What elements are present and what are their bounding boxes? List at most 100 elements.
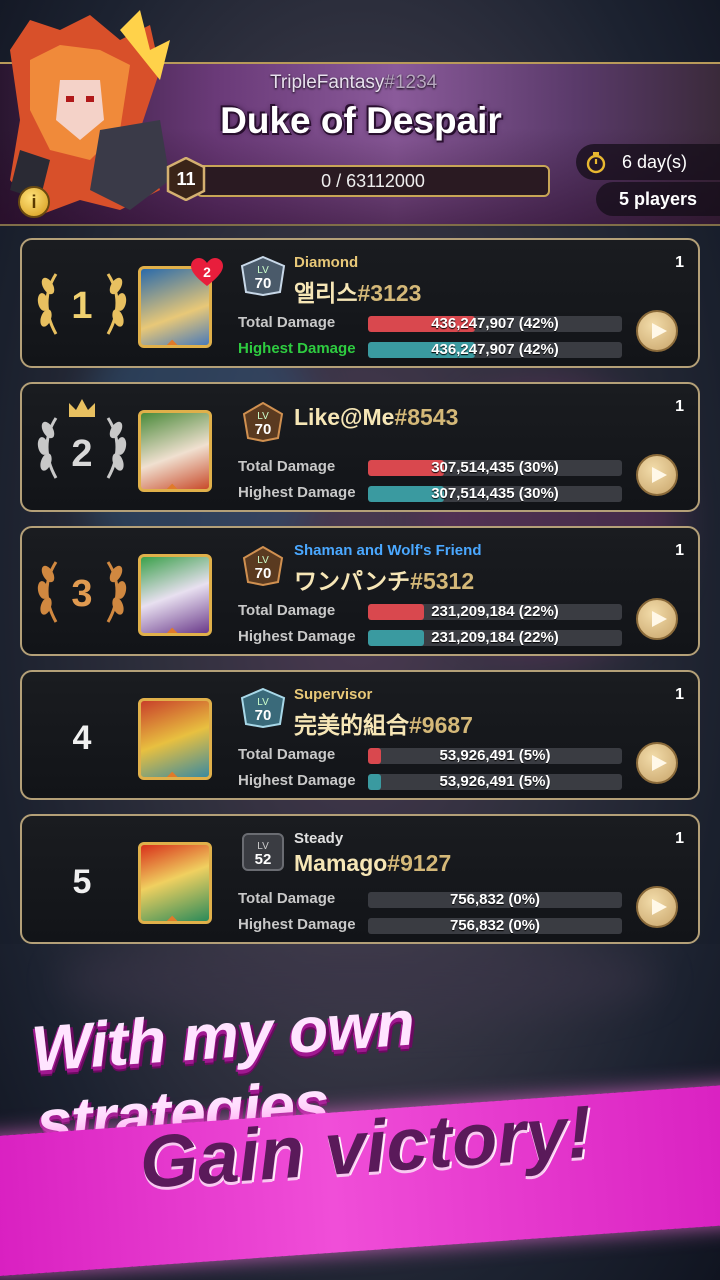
attack-count: 1 xyxy=(675,542,684,559)
level-prefix: LV xyxy=(257,410,269,422)
total-damage-value: 231,209,184 (22%) xyxy=(431,604,559,620)
rank-number: 4 xyxy=(72,718,92,757)
total-damage-label: Total Damage xyxy=(238,746,336,763)
info-icon[interactable]: i xyxy=(18,186,50,218)
highest-damage-label: Highest Damage xyxy=(238,484,356,501)
ranking-row-1[interactable]: 1 2 LV 70 Diamond 앨리스#3123 1 Total Damag… xyxy=(20,238,700,368)
highest-damage-bar: 231,209,184 (22%) xyxy=(368,630,622,646)
player-title: Steady xyxy=(294,830,344,847)
replay-button[interactable] xyxy=(636,598,678,640)
player-title: Supervisor xyxy=(294,686,373,703)
heart-count: 2 xyxy=(203,263,211,280)
total-damage-bar: 436,247,907 (42%) xyxy=(368,316,622,332)
highest-damage-bar: 756,832 (0%) xyxy=(368,918,622,934)
level-badge: LV 52 xyxy=(240,832,286,872)
play-icon xyxy=(651,323,667,339)
player-avatar[interactable] xyxy=(138,554,212,636)
player-tag: #9127 xyxy=(387,850,452,876)
level-number: 70 xyxy=(254,564,272,582)
rank-number: 1 xyxy=(71,284,93,327)
time-remaining: 6 day(s) xyxy=(576,144,720,180)
player-name: Like@Me#8543 xyxy=(294,404,458,431)
level-number: 70 xyxy=(254,420,272,438)
player-name: ワンパンチ#5312 xyxy=(294,562,474,596)
player-count: 5 players xyxy=(596,182,720,216)
total-damage-label: Total Damage xyxy=(238,314,336,331)
level-badge: LV 70 xyxy=(240,546,286,586)
highest-damage-bar: 307,514,435 (30%) xyxy=(368,486,622,502)
heart-icon: 2 xyxy=(190,258,224,288)
player-name: Mamago#9127 xyxy=(294,850,451,877)
total-damage-bar: 307,514,435 (30%) xyxy=(368,460,622,476)
player-tag: #5312 xyxy=(410,568,475,594)
attack-count: 1 xyxy=(675,830,684,847)
total-damage-value: 53,926,491 (5%) xyxy=(439,748,551,764)
ranking-list[interactable]: 1 2 LV 70 Diamond 앨리스#3123 1 Total Damag… xyxy=(0,224,720,944)
player-name: 完美的組合#9687 xyxy=(294,706,473,740)
boss-level: 11 xyxy=(176,168,196,189)
player-name-text: 完美的組合 xyxy=(294,712,409,738)
ranking-row-4[interactable]: 4 LV 70 Supervisor 完美的組合#9687 1 Total Da… xyxy=(20,670,700,800)
player-avatar[interactable] xyxy=(138,410,212,492)
total-damage-label: Total Damage xyxy=(238,890,336,907)
boss-level-badge: 11 xyxy=(164,157,208,201)
boss-owner: TripleFantasy#1234 xyxy=(270,72,437,94)
attack-count: 1 xyxy=(675,686,684,703)
level-number: 52 xyxy=(254,850,272,868)
player-name-text: ワンパンチ xyxy=(294,568,411,594)
boss-hp-text: 0 / 63112000 xyxy=(321,170,425,191)
level-number: 70 xyxy=(254,706,272,724)
highest-damage-value: 756,832 (0%) xyxy=(449,918,541,934)
level-badge: LV 70 xyxy=(240,256,286,296)
boss-hp-bar: 0 / 63112000 xyxy=(196,165,550,197)
rank-number: 3 xyxy=(71,572,93,615)
level-number: 70 xyxy=(254,274,272,292)
total-damage-bar: 756,832 (0%) xyxy=(368,892,622,908)
player-tag: #8543 xyxy=(394,404,459,430)
play-icon xyxy=(651,755,667,771)
player-name-text: 앨리스 xyxy=(294,280,358,306)
player-tag: #3123 xyxy=(357,280,422,306)
play-icon xyxy=(651,899,667,915)
total-damage-bar: 53,926,491 (5%) xyxy=(368,748,622,764)
attack-count: 1 xyxy=(675,398,684,415)
level-prefix: LV xyxy=(257,696,269,708)
highest-damage-bar: 436,247,907 (42%) xyxy=(368,342,622,358)
highest-damage-label: Highest Damage xyxy=(238,628,356,645)
level-prefix: LV xyxy=(257,554,269,566)
rank-number: 5 xyxy=(72,862,92,901)
ranking-row-3[interactable]: 3 LV 70 Shaman and Wolf's Friend ワンパンチ#5… xyxy=(20,526,700,656)
player-title: Diamond xyxy=(294,254,359,271)
total-damage-value: 307,514,435 (30%) xyxy=(431,460,559,476)
level-badge: LV 70 xyxy=(240,402,286,442)
play-icon xyxy=(651,467,667,483)
highest-damage-label: Highest Damage xyxy=(238,772,356,789)
player-name-text: Mamago xyxy=(294,850,388,876)
highest-damage-value: 307,514,435 (30%) xyxy=(431,486,559,502)
players-text: 5 players xyxy=(618,188,698,209)
total-damage-value: 756,832 (0%) xyxy=(449,892,541,908)
level-prefix: LV xyxy=(257,264,269,276)
stopwatch-icon xyxy=(586,152,606,174)
replay-button[interactable] xyxy=(636,310,678,352)
player-name-text: Like@Me xyxy=(294,404,395,430)
player-avatar[interactable] xyxy=(138,842,212,924)
ranking-row-2[interactable]: 2 LV 70 Like@Me#8543 1 Total Damage 307,… xyxy=(20,382,700,512)
replay-button[interactable] xyxy=(636,742,678,784)
highest-damage-value: 53,926,491 (5%) xyxy=(439,774,551,790)
boss-name: Duke of Despair xyxy=(220,100,502,141)
player-name: 앨리스#3123 xyxy=(294,274,421,308)
total-damage-value: 436,247,907 (42%) xyxy=(431,316,559,332)
replay-button[interactable] xyxy=(636,454,678,496)
highest-damage-label: Highest Damage xyxy=(238,916,356,933)
level-prefix: LV xyxy=(257,840,269,852)
player-tag: #9687 xyxy=(409,712,473,738)
highest-damage-label: Highest Damage xyxy=(238,340,356,357)
rank-number: 2 xyxy=(71,432,93,475)
ranking-row-5[interactable]: 5 LV 52 Steady Mamago#9127 1 Total Damag… xyxy=(20,814,700,944)
timer-text: 6 day(s) xyxy=(622,151,688,172)
owner-tag: #1234 xyxy=(384,72,438,93)
player-avatar[interactable] xyxy=(138,698,212,780)
total-damage-label: Total Damage xyxy=(238,602,336,619)
replay-button[interactable] xyxy=(636,886,678,928)
